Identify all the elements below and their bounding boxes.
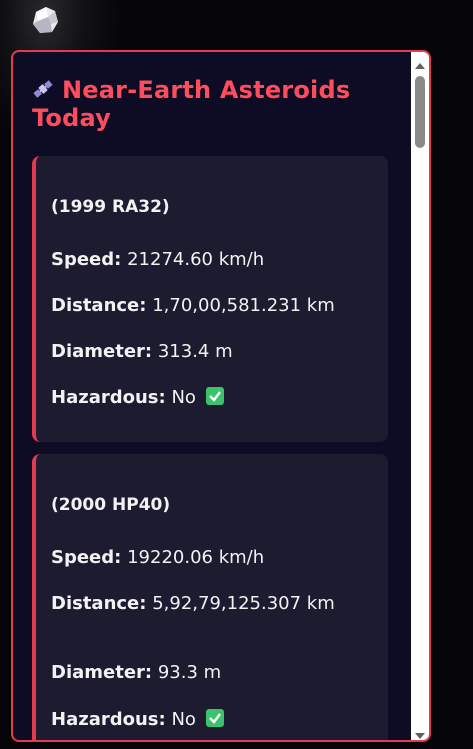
asteroid-card: (1999 RA32) Speed: 21274.60 km/h Distanc… (32, 156, 388, 442)
diameter-label: Diameter: (51, 341, 153, 362)
speed-value: 21274.60 km/h (127, 249, 265, 270)
page-background: Near-Earth Asteroids Today (1999 RA32) S… (0, 0, 473, 749)
asteroid-name: (2000 HP40) (51, 495, 171, 515)
asteroid-distance: Distance: 5,92,79,125.307 km (51, 592, 371, 615)
diameter-value: 313.4 m (157, 341, 233, 362)
speed-label: Speed: (51, 547, 122, 568)
hazardous-value: No (171, 709, 196, 730)
scroll-down-arrow-icon[interactable] (414, 726, 426, 739)
diameter-value: 93.3 m (157, 662, 222, 683)
asteroids-panel: Near-Earth Asteroids Today (1999 RA32) S… (11, 50, 431, 742)
scroll-up-arrow-icon[interactable] (414, 56, 426, 69)
asteroid-speed: Speed: 19220.06 km/h (51, 546, 264, 569)
diameter-label: Diameter: (51, 662, 153, 683)
asteroid-distance: Distance: 1,70,00,581.231 km (51, 294, 335, 317)
hazardous-label: Hazardous: (51, 709, 166, 730)
distance-value: 1,70,00,581.231 km (152, 295, 335, 316)
distance-value: 5,92,79,125.307 km (152, 593, 335, 614)
asteroid-name: (1999 RA32) (51, 197, 170, 217)
asteroid-hazardous: Hazardous: No (51, 708, 224, 731)
asteroids-scroll-area[interactable]: Near-Earth Asteroids Today (1999 RA32) S… (13, 52, 411, 740)
check-mark-icon (205, 387, 224, 405)
check-mark-icon (205, 709, 224, 727)
panel-title: Near-Earth Asteroids Today (32, 76, 392, 132)
scrollbar-thumb[interactable] (415, 76, 425, 148)
asteroid-diameter: Diameter: 313.4 m (51, 340, 233, 363)
asteroid-speed: Speed: 21274.60 km/h (51, 248, 264, 271)
asteroid-hazardous: Hazardous: No (51, 386, 224, 409)
vertical-scrollbar[interactable] (411, 52, 429, 740)
asteroid-card: (2000 HP40) Speed: 19220.06 km/h Distanc… (32, 454, 388, 740)
asteroid-diameter: Diameter: 93.3 m (51, 661, 221, 684)
speed-value: 19220.06 km/h (127, 547, 265, 568)
asteroid-rock-icon[interactable] (24, 2, 70, 42)
distance-label: Distance: (51, 295, 147, 316)
speed-label: Speed: (51, 249, 122, 270)
panel-title-text: Near-Earth Asteroids Today (32, 76, 351, 132)
hazardous-value: No (171, 387, 196, 408)
satellite-icon (32, 78, 54, 100)
distance-label: Distance: (51, 593, 147, 614)
hazardous-label: Hazardous: (51, 387, 166, 408)
